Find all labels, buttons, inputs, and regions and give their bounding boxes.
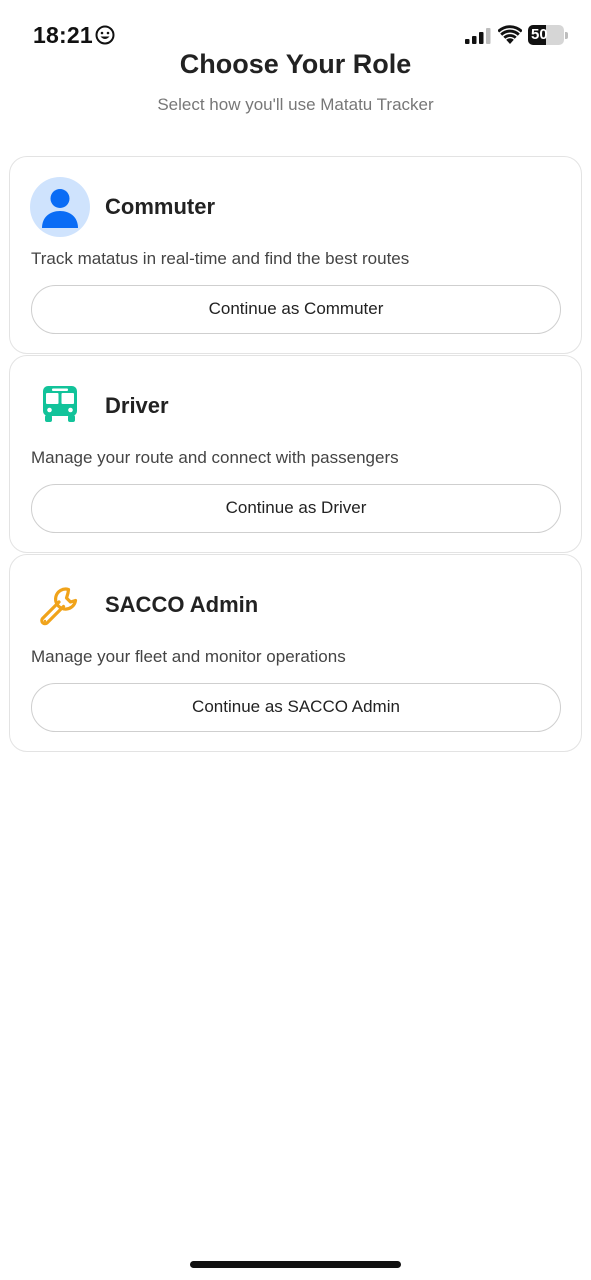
battery-icon: 50	[528, 25, 568, 45]
role-card-sacco-admin: SACCO Admin Manage your fleet and monito…	[9, 554, 582, 752]
role-title: Commuter	[105, 194, 216, 219]
role-description: Manage your route and connect with passe…	[31, 448, 399, 467]
bus-icon	[30, 376, 90, 436]
wrench-icon	[30, 575, 90, 635]
status-time: 18:21	[33, 22, 93, 48]
page-title: Choose Your Role	[179, 49, 412, 79]
role-title: SACCO Admin	[105, 592, 259, 617]
role-title: Driver	[105, 393, 169, 418]
role-card-driver: Driver Manage your route and connect wit…	[9, 355, 582, 553]
signal-icon	[465, 28, 491, 44]
smiley-icon	[95, 25, 115, 45]
continue-as-commuter-button[interactable]: Continue as Commuter	[31, 285, 561, 334]
page-subtitle: Select how you'll use Matatu Tracker	[157, 95, 434, 114]
continue-as-driver-button[interactable]: Continue as Driver	[31, 484, 561, 533]
role-card-commuter: Commuter Track matatus in real-time and …	[9, 156, 582, 354]
continue-as-sacco-admin-button[interactable]: Continue as SACCO Admin	[31, 683, 561, 732]
wifi-icon	[498, 25, 522, 44]
person-icon	[30, 177, 90, 237]
role-description: Manage your fleet and monitor operations	[31, 647, 346, 666]
role-description: Track matatus in real-time and find the …	[31, 249, 410, 268]
home-indicator[interactable]	[190, 1261, 401, 1268]
role-selection-screen: 18:21 50 Choose Your Role Select how you…	[0, 0, 591, 1280]
battery-level-text: 50	[531, 26, 548, 43]
